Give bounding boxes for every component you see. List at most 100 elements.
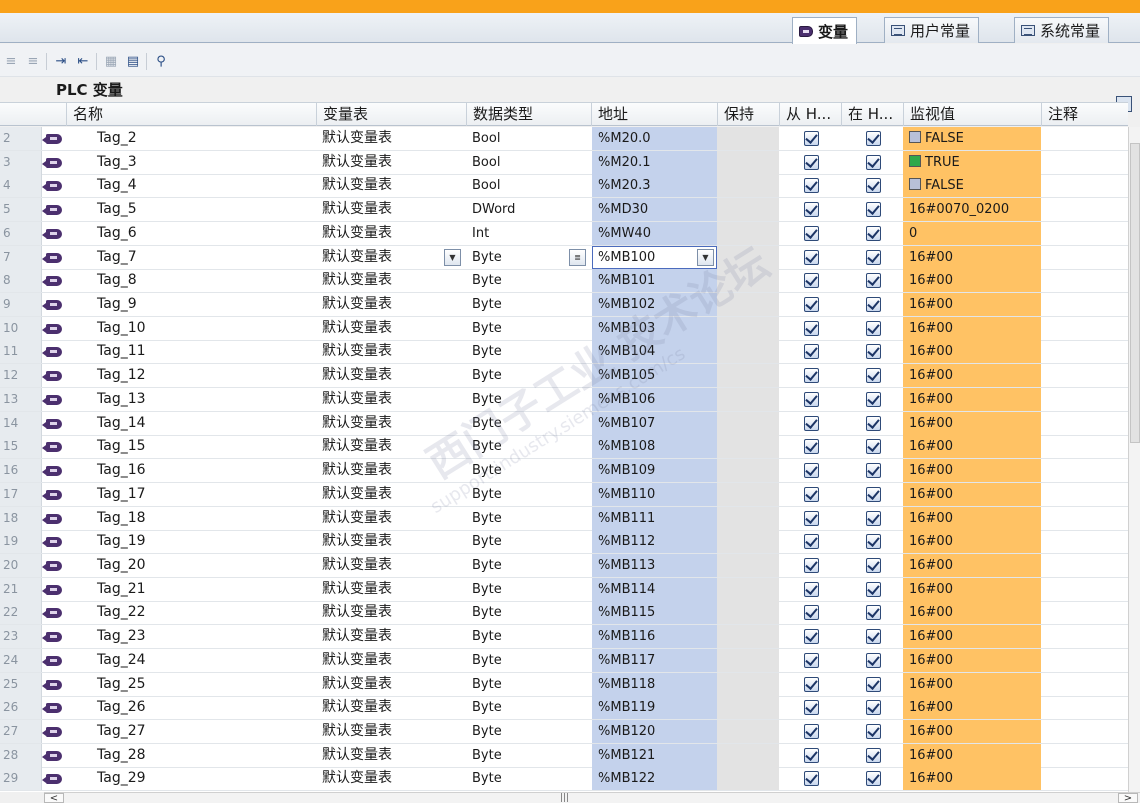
retain-cell[interactable] [717, 649, 779, 672]
tag-name-cell[interactable]: Tag_28 [91, 744, 316, 767]
vertical-scroll-thumb[interactable] [1130, 143, 1140, 443]
row-number[interactable]: 20 [0, 554, 42, 577]
address-cell[interactable]: %MB110 [592, 483, 717, 506]
accessible-from-hmi-checkbox[interactable] [804, 487, 819, 502]
accessible-from-hmi-checkbox[interactable] [804, 653, 819, 668]
column-header-type[interactable]: 数据类型 [466, 103, 591, 126]
address-cell[interactable]: %MB105 [592, 364, 717, 387]
visible-in-hmi-checkbox[interactable] [866, 226, 881, 241]
visible-in-hmi-checkbox[interactable] [866, 724, 881, 739]
tag-table-cell[interactable]: 默认变量表 [316, 340, 466, 363]
retain-cell[interactable] [717, 293, 779, 316]
comment-cell[interactable] [1041, 744, 1128, 767]
data-type-cell[interactable]: Byte [466, 767, 591, 790]
row-number[interactable]: 3 [0, 151, 42, 174]
tag-name-cell[interactable]: Tag_16 [91, 459, 316, 482]
table-row[interactable]: 23 Tag_23 默认变量表 Byte %MB116 16#00 [0, 625, 1128, 649]
accessible-from-hmi-checkbox[interactable] [804, 178, 819, 193]
data-type-cell[interactable]: Byte [466, 507, 591, 530]
table-row[interactable]: 14 Tag_14 默认变量表 Byte %MB107 16#00 [0, 412, 1128, 436]
row-number[interactable]: 13 [0, 388, 42, 411]
retain-cell[interactable] [717, 459, 779, 482]
data-type-cell[interactable]: Byte [466, 625, 591, 648]
type-picker-icon[interactable]: ≣ [569, 249, 586, 266]
tag-table-cell[interactable]: 默认变量表 [316, 127, 466, 150]
address-dropdown-icon[interactable]: ▼ [697, 249, 714, 266]
data-type-cell[interactable]: Byte [466, 530, 591, 553]
visible-in-hmi-checkbox[interactable] [866, 700, 881, 715]
retain-cell[interactable] [717, 388, 779, 411]
address-cell[interactable]: %M20.3 [592, 174, 717, 197]
row-number[interactable]: 17 [0, 483, 42, 506]
accessible-from-hmi-checkbox[interactable] [804, 677, 819, 692]
table-row[interactable]: 20 Tag_20 默认变量表 Byte %MB113 16#00 [0, 554, 1128, 578]
tag-name-cell[interactable]: Tag_17 [91, 483, 316, 506]
retain-cell[interactable] [717, 269, 779, 292]
retain-cell[interactable] [717, 198, 779, 221]
column-header-visible[interactable]: 在 H... [841, 103, 903, 126]
table-row[interactable]: 9 Tag_9 默认变量表 Byte %MB102 16#00 [0, 293, 1128, 317]
tag-table-cell[interactable]: 默认变量表 [316, 578, 466, 601]
retain-cell[interactable] [717, 127, 779, 150]
address-cell[interactable]: %MB104 [592, 340, 717, 363]
data-type-cell[interactable]: Byte [466, 317, 591, 340]
data-type-cell[interactable]: Byte [466, 388, 591, 411]
tag-name-cell[interactable]: Tag_4 [91, 174, 316, 197]
data-type-cell[interactable]: Byte [466, 696, 591, 719]
comment-cell[interactable] [1041, 483, 1128, 506]
retain-cell[interactable] [717, 554, 779, 577]
accessible-from-hmi-checkbox[interactable] [804, 629, 819, 644]
data-type-cell[interactable]: Bool [466, 127, 591, 150]
tag-table-cell[interactable]: 默认变量表 [316, 412, 466, 435]
accessible-from-hmi-checkbox[interactable] [804, 368, 819, 383]
comment-cell[interactable] [1041, 649, 1128, 672]
comment-cell[interactable] [1041, 246, 1128, 269]
table-row[interactable]: 16 Tag_16 默认变量表 Byte %MB109 16#00 [0, 459, 1128, 483]
row-number[interactable]: 19 [0, 530, 42, 553]
tag-name-cell[interactable]: Tag_22 [91, 601, 316, 624]
accessible-from-hmi-checkbox[interactable] [804, 250, 819, 265]
tag-table-cell[interactable]: 默认变量表 [316, 649, 466, 672]
row-number[interactable]: 24 [0, 649, 42, 672]
column-header-address[interactable]: 地址 [591, 103, 717, 126]
comment-cell[interactable] [1041, 554, 1128, 577]
accessible-from-hmi-checkbox[interactable] [804, 582, 819, 597]
export-icon[interactable]: ⇥ [52, 52, 70, 70]
address-cell[interactable]: %MB106 [592, 388, 717, 411]
tag-name-cell[interactable]: Tag_21 [91, 578, 316, 601]
table-row[interactable]: 29 Tag_29 默认变量表 Byte %MB122 16#00 [0, 767, 1128, 791]
accessible-from-hmi-checkbox[interactable] [804, 344, 819, 359]
row-number[interactable]: 16 [0, 459, 42, 482]
address-cell[interactable]: %MB120 [592, 720, 717, 743]
tag-table-cell[interactable]: 默认变量表 [316, 198, 466, 221]
tab-tags[interactable]: 变量 [792, 17, 858, 44]
retain-cell[interactable] [717, 625, 779, 648]
comment-cell[interactable] [1041, 435, 1128, 458]
tab-user-constants[interactable]: 用户常量 [884, 17, 980, 43]
comment-cell[interactable] [1041, 578, 1128, 601]
tag-table-cell[interactable]: 默认变量表 [316, 696, 466, 719]
table-row[interactable]: 25 Tag_25 默认变量表 Byte %MB118 16#00 [0, 673, 1128, 697]
tag-table-cell[interactable]: 默认变量表 [316, 174, 466, 197]
row-number[interactable]: 22 [0, 601, 42, 624]
address-cell[interactable]: %MB101 [592, 269, 717, 292]
retain-cell[interactable] [717, 435, 779, 458]
visible-in-hmi-checkbox[interactable] [866, 463, 881, 478]
visible-in-hmi-checkbox[interactable] [866, 677, 881, 692]
comment-cell[interactable] [1041, 151, 1128, 174]
retain-cell[interactable] [717, 340, 779, 363]
retain-cell[interactable] [717, 673, 779, 696]
tag-name-cell[interactable]: Tag_27 [91, 720, 316, 743]
comment-cell[interactable] [1041, 127, 1128, 150]
tag-name-cell[interactable]: Tag_23 [91, 625, 316, 648]
tag-name-cell[interactable]: Tag_13 [91, 388, 316, 411]
table-row[interactable]: 4 Tag_4 默认变量表 Bool %M20.3 FALSE [0, 174, 1128, 198]
retain-cell[interactable] [717, 483, 779, 506]
comment-cell[interactable] [1041, 317, 1128, 340]
accessible-from-hmi-checkbox[interactable] [804, 463, 819, 478]
address-cell[interactable]: %MB102 [592, 293, 717, 316]
tag-table-cell[interactable]: 默认变量表 [316, 601, 466, 624]
comment-cell[interactable] [1041, 507, 1128, 530]
accessible-from-hmi-checkbox[interactable] [804, 771, 819, 786]
import-icon[interactable]: ⇤ [74, 52, 92, 70]
